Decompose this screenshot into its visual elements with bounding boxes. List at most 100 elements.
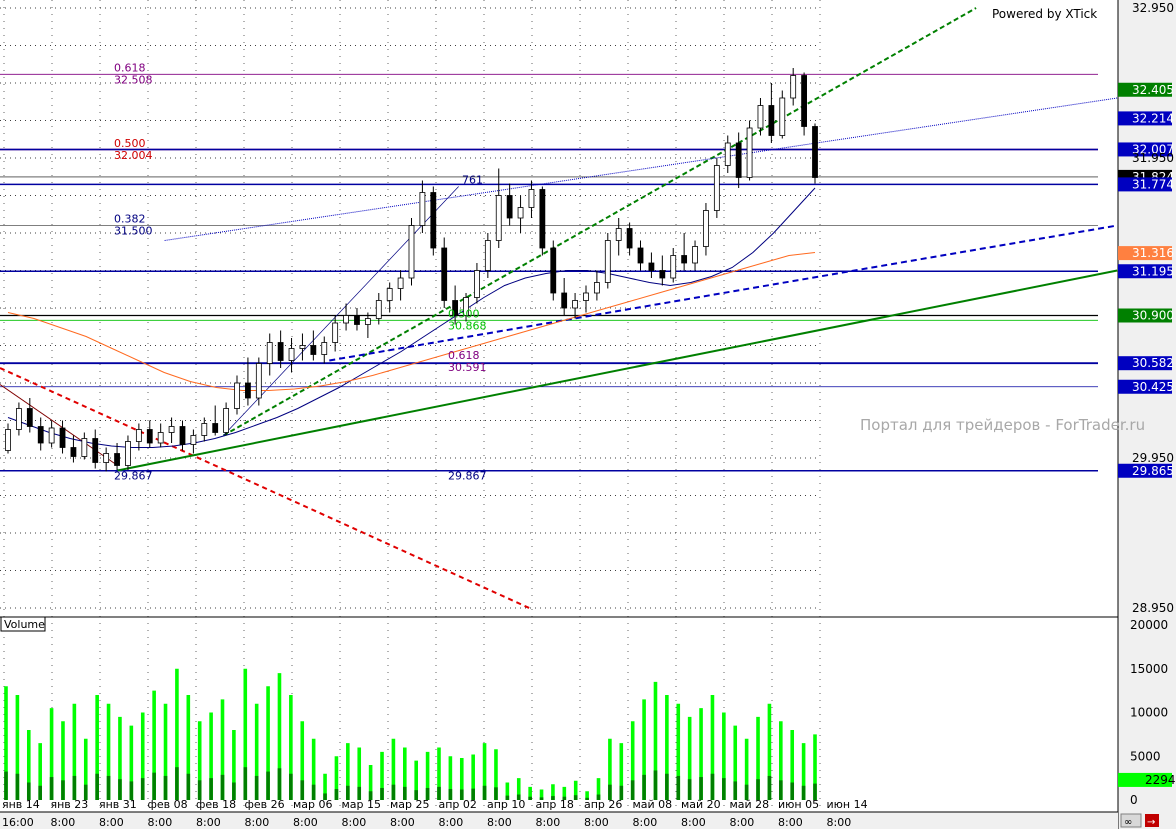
x-tick-time: 8:00 <box>487 816 512 829</box>
candle-body <box>615 228 622 241</box>
fib-label: 30.591 <box>448 361 487 374</box>
candle-body <box>713 165 720 211</box>
fib-label: 29.867 <box>114 469 153 482</box>
x-tick-date: мар 06 <box>293 798 333 811</box>
xtick-chart-window: 0.618 32.508 0.500 32.004 0.382 31.500 29.867 0… <box>0 0 1176 829</box>
candle-body <box>364 318 371 325</box>
volume-bar-base <box>254 775 259 800</box>
candle-body <box>266 342 273 364</box>
x-tick-time: 16:00 <box>2 816 34 829</box>
candle-body <box>408 225 415 279</box>
volume-bar-base <box>699 777 703 800</box>
candle-body <box>561 292 568 309</box>
volume-bar-base <box>528 796 532 800</box>
x-tick-date: фев 18 <box>196 798 236 811</box>
x-tick-time: 8:00 <box>342 816 367 829</box>
watermark-text: Powered by XTick <box>992 7 1097 21</box>
volume-bar-base <box>687 779 692 800</box>
x-tick-date: май 28 <box>730 798 770 811</box>
fib-label: 30.868 <box>448 319 487 332</box>
candle-body <box>201 423 208 436</box>
candle-body <box>135 429 142 442</box>
volume-bar-base <box>277 768 282 800</box>
x-tick-date: апр 18 <box>536 798 574 811</box>
candle-body <box>255 363 262 399</box>
volume-bar-base <box>209 778 213 800</box>
x-tick-time: 8:00 <box>99 816 124 829</box>
x-tick-time: 8:00 <box>681 816 706 829</box>
x-tick-date: янв 23 <box>51 798 89 811</box>
candle-body <box>321 342 328 355</box>
y-tick-label: 31.950 <box>1132 151 1174 165</box>
candle-body <box>681 255 688 264</box>
candle-body <box>223 408 230 433</box>
candle-body <box>430 192 437 249</box>
volume-bar-base <box>163 775 168 800</box>
volume-bar-base <box>289 773 293 800</box>
fib-label: 31.500 <box>114 225 153 238</box>
candle-body <box>779 97 786 136</box>
x-tick-time: 8:00 <box>584 816 609 829</box>
volume-bar-base <box>653 770 658 800</box>
price-label-text: 30.582 <box>1132 356 1174 370</box>
volume-bar-base <box>642 774 646 800</box>
candle-body <box>724 142 731 166</box>
fib-label: 32.508 <box>114 73 153 86</box>
candle-body <box>801 75 807 127</box>
volume-bar-base <box>106 775 111 800</box>
candle-body <box>168 426 175 433</box>
volume-bar-base <box>266 771 270 800</box>
grid <box>0 0 821 812</box>
x-tick-date: фев 08 <box>148 798 188 811</box>
trend-line <box>222 7 977 437</box>
volume-bars <box>4 668 817 800</box>
x-tick-time: 8:00 <box>633 816 658 829</box>
price-label-text: 30.900 <box>1132 309 1174 323</box>
candle-body <box>59 427 66 448</box>
x-tick-date: июн 05 <box>778 798 819 811</box>
x-tick-time: 8:00 <box>148 816 173 829</box>
candle-body <box>190 435 197 445</box>
candle-body <box>16 408 22 430</box>
candle-body <box>114 453 120 466</box>
volume-bar-base <box>573 795 578 800</box>
candle-body <box>539 189 546 249</box>
candle-body <box>572 300 578 309</box>
y-tick-label: 29.950 <box>1132 451 1174 465</box>
fib-label: 29.867 <box>448 469 487 482</box>
x-tick-date: июн 14 <box>827 798 868 811</box>
candle-body <box>277 342 284 361</box>
x-tick-date: мар 15 <box>342 798 382 811</box>
fib-label: 761 <box>462 174 483 187</box>
candle-body <box>310 345 317 355</box>
volume-bar-base <box>118 779 122 800</box>
candle-body <box>212 423 219 433</box>
x-tick-time: 8:00 <box>51 816 76 829</box>
volume-tick-label: 10000 <box>1130 706 1168 720</box>
candle-body <box>648 262 655 271</box>
volume-bar-base <box>186 773 191 800</box>
volume-bar-base <box>722 778 726 800</box>
price-label-text: 31.195 <box>1132 264 1174 278</box>
candle-body <box>332 322 339 343</box>
candle-body <box>125 441 131 466</box>
price-label-text: 32.214 <box>1132 111 1174 125</box>
volume-bar-base <box>665 773 669 800</box>
exit-icon: → <box>1147 817 1155 828</box>
candle-body <box>659 270 666 279</box>
chart-canvas[interactable]: 0.61832.5080.50032.0040.38231.50029.8670… <box>0 0 1176 829</box>
x-tick-time: 8:00 <box>439 816 464 829</box>
volume-bar-base <box>49 777 54 800</box>
candle-body <box>157 432 164 444</box>
volume-bar-base <box>334 789 339 800</box>
volume-bar-base <box>15 773 20 800</box>
candle-body <box>343 315 349 324</box>
x-tick-time: 8:00 <box>778 816 803 829</box>
volume-bar-base <box>243 767 248 800</box>
x-tick-time: 8:00 <box>536 816 561 829</box>
volume-bar-base <box>72 775 77 800</box>
candle-body <box>768 105 775 136</box>
volume-tick-label: 15000 <box>1130 662 1168 676</box>
candle-body <box>626 228 633 249</box>
volume-tick-label: 0 <box>1130 793 1138 807</box>
